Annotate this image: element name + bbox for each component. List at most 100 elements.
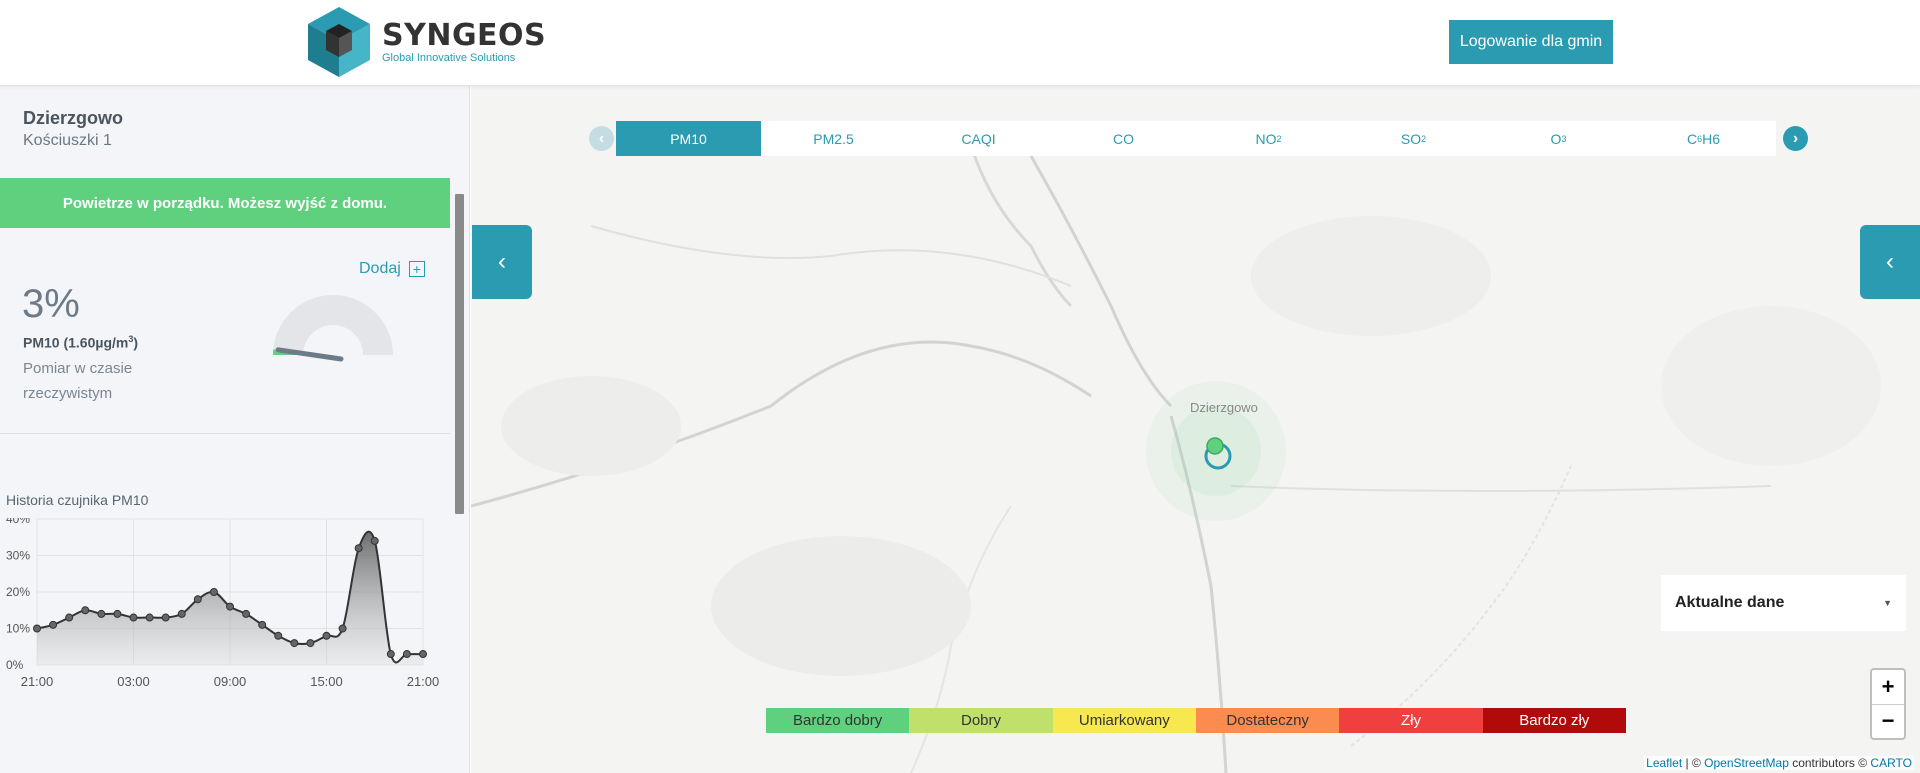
tab-label: CO (1113, 130, 1134, 147)
logo-name: SYNGEOS (382, 17, 547, 53)
tab-subscript: 2 (1276, 133, 1282, 144)
carto-link[interactable]: CARTO (1870, 756, 1912, 770)
zoom-in-button[interactable]: + (1872, 670, 1904, 705)
status-banner: Powietrze w porządku. Możesz wyjść z dom… (0, 178, 450, 228)
legend-item: Dobry (909, 708, 1053, 733)
chart-data-point (145, 613, 154, 622)
add-button[interactable]: Dodaj + (359, 260, 425, 278)
chart-data-point (177, 609, 186, 618)
chart-y-tick-label: 30% (6, 549, 30, 563)
leaflet-link[interactable]: Leaflet (1646, 756, 1682, 770)
chart-data-point (33, 624, 41, 633)
plus-icon: + (408, 261, 425, 277)
login-button[interactable]: Logowanie dla gmin (1449, 20, 1613, 64)
right-panel-toggle[interactable]: ‹ (1860, 225, 1920, 299)
zoom-control: + − (1870, 668, 1906, 740)
left-panel-toggle[interactable]: ‹ (472, 225, 532, 299)
tab-c[interactable]: C 6 H6 (1631, 121, 1776, 156)
tab-label-tail: H6 (1702, 130, 1721, 147)
history-chart: 0% 10% 20% 30% 40% 21:00 03:00 09:00 15:00 21:00 (6, 518, 440, 689)
chart-x-tick-label: 15:00 (310, 674, 343, 689)
chart-data-point (402, 650, 411, 659)
divider (0, 433, 450, 434)
tab-pm25[interactable]: PM2.5 (761, 121, 906, 156)
legend-item: Dostateczny (1195, 708, 1340, 733)
chart-data-point (113, 609, 122, 618)
chart-x-tick-label: 21:00 (407, 674, 440, 689)
tab-co[interactable]: CO (1051, 121, 1196, 156)
pm-reading-text: PM10 (1.60µg/m (23, 334, 129, 351)
tabs-next-button[interactable]: › (1783, 126, 1808, 151)
tab-subscript: 3 (1561, 133, 1567, 144)
legend-item: Bardzo zły (1482, 708, 1626, 733)
legend-item: Bardzo dobry (766, 708, 910, 733)
tab-subscript: 2 (1421, 133, 1427, 144)
tab-label: C (1686, 130, 1698, 147)
chart-data-point (290, 639, 299, 648)
tab-caqi[interactable]: CAQI (906, 121, 1051, 156)
tabs-prev-button[interactable]: ‹ (589, 126, 614, 151)
chart-data-point (338, 624, 347, 633)
tab-so[interactable]: SO 2 (1341, 121, 1486, 156)
air-quality-gauge (273, 295, 393, 362)
tab-no[interactable]: NO 2 (1196, 121, 1341, 156)
chevron-left-icon: ‹ (1886, 248, 1894, 275)
attribution-sep: | © (1682, 756, 1705, 770)
tab-pm10[interactable]: PM10 (616, 121, 761, 156)
osm-link[interactable]: OpenStreetMap (1704, 756, 1789, 770)
map-attribution: Leaflet | © OpenStreetMap contributors ©… (1644, 756, 1914, 770)
data-period-select[interactable]: Aktualne dane ▼ (1661, 575, 1906, 631)
air-quality-percent: 3% (22, 282, 80, 326)
tab-label: PM10 (670, 130, 707, 147)
pm-reading: PM10 (1.60µg/m3) (23, 334, 138, 351)
chart-data-point (65, 613, 74, 622)
chart-data-point (274, 631, 283, 640)
location-address: Kościuszki 1 (23, 132, 112, 149)
sensor-sidebar: Dzierzgowo Kościuszki 1 Powietrze w porz… (0, 86, 470, 773)
add-label: Dodaj (359, 260, 401, 277)
logo-tagline: Global Innovative Solutions (382, 51, 516, 64)
chart-data-point (49, 620, 58, 629)
chart-data-point (242, 609, 251, 618)
zoom-out-button[interactable]: − (1872, 705, 1904, 739)
location-name: Dzierzgowo (23, 108, 124, 128)
chart-data-point (419, 650, 427, 659)
sidebar-scrollbar[interactable] (455, 194, 464, 514)
chart-y-tick-label: 20% (6, 585, 30, 599)
chart-data-point (306, 639, 315, 648)
chart-x-tick-label: 21:00 (21, 674, 54, 689)
chart-data-point (193, 595, 202, 604)
tab-label: NO (1255, 130, 1277, 147)
chart-data-point (370, 536, 379, 545)
quality-legend: Bardzo dobry Dobry Umiarkowany Dostateczny Z… (766, 708, 1626, 733)
legend-item: Umiarkowany (1052, 708, 1196, 733)
map-area[interactable]: Dzierzgowo (471, 86, 1920, 773)
location-info: Dzierzgowo Kościuszki 1 (23, 108, 123, 150)
pollutant-tabs: PM10 PM2.5 CAQI CO NO 2 SO 2 O 3 C 6 H6 (616, 121, 1776, 156)
tab-label: SO (1400, 130, 1422, 147)
chart-y-tick-label: 40% (6, 518, 30, 526)
tab-label: CAQI (961, 130, 996, 147)
data-period-value: Aktualne dane (1675, 594, 1785, 611)
top-header: SYNGEOS Global Innovative Solutions Logo… (0, 0, 1920, 86)
attribution-contrib: contributors © (1788, 756, 1871, 770)
chart-data-point (209, 588, 218, 596)
chart-y-tick-label: 10% (6, 622, 30, 636)
history-chart-title: Historia czujnika PM10 (6, 492, 149, 508)
chart-data-point (322, 631, 331, 640)
chevron-left-icon: ‹ (498, 248, 506, 275)
chart-data-point (386, 650, 395, 659)
chart-x-tick-label: 09:00 (214, 674, 247, 689)
syngeos-logo[interactable]: SYNGEOS Global Innovative Solutions (306, 5, 546, 79)
legend-item: Zły (1339, 708, 1483, 733)
chart-data-point (258, 620, 267, 629)
measurement-note: Pomiar w czasie rzeczywistym (23, 360, 133, 402)
caret-down-icon: ▼ (1883, 598, 1892, 608)
chart-data-point (129, 613, 138, 622)
map-town-label: Dzierzgowo (1190, 400, 1258, 415)
tab-label: PM2.5 (813, 130, 854, 147)
chart-data-point (81, 606, 90, 615)
chart-data-point (226, 602, 234, 611)
tab-o[interactable]: O3 (1486, 121, 1631, 156)
map-background (471, 86, 1920, 773)
